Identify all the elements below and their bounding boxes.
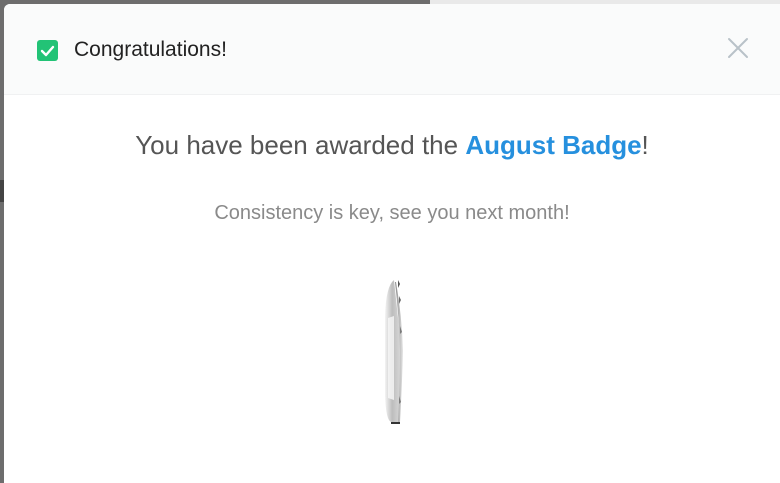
dialog-header: Congratulations! [4, 4, 780, 95]
close-icon[interactable] [725, 35, 751, 61]
award-message: You have been awarded the August Badge! [4, 128, 780, 162]
check-icon [37, 40, 58, 61]
dialog-title: Congratulations! [74, 38, 227, 61]
award-suffix: ! [641, 130, 649, 160]
award-subtitle: Consistency is key, see you next month! [214, 202, 570, 224]
award-prefix: You have been awarded the [135, 130, 466, 160]
award-dialog: Congratulations! You have been awarded t… [4, 4, 780, 483]
badge-name-link[interactable]: August Badge [465, 130, 641, 160]
badge-coin-icon [374, 276, 408, 426]
